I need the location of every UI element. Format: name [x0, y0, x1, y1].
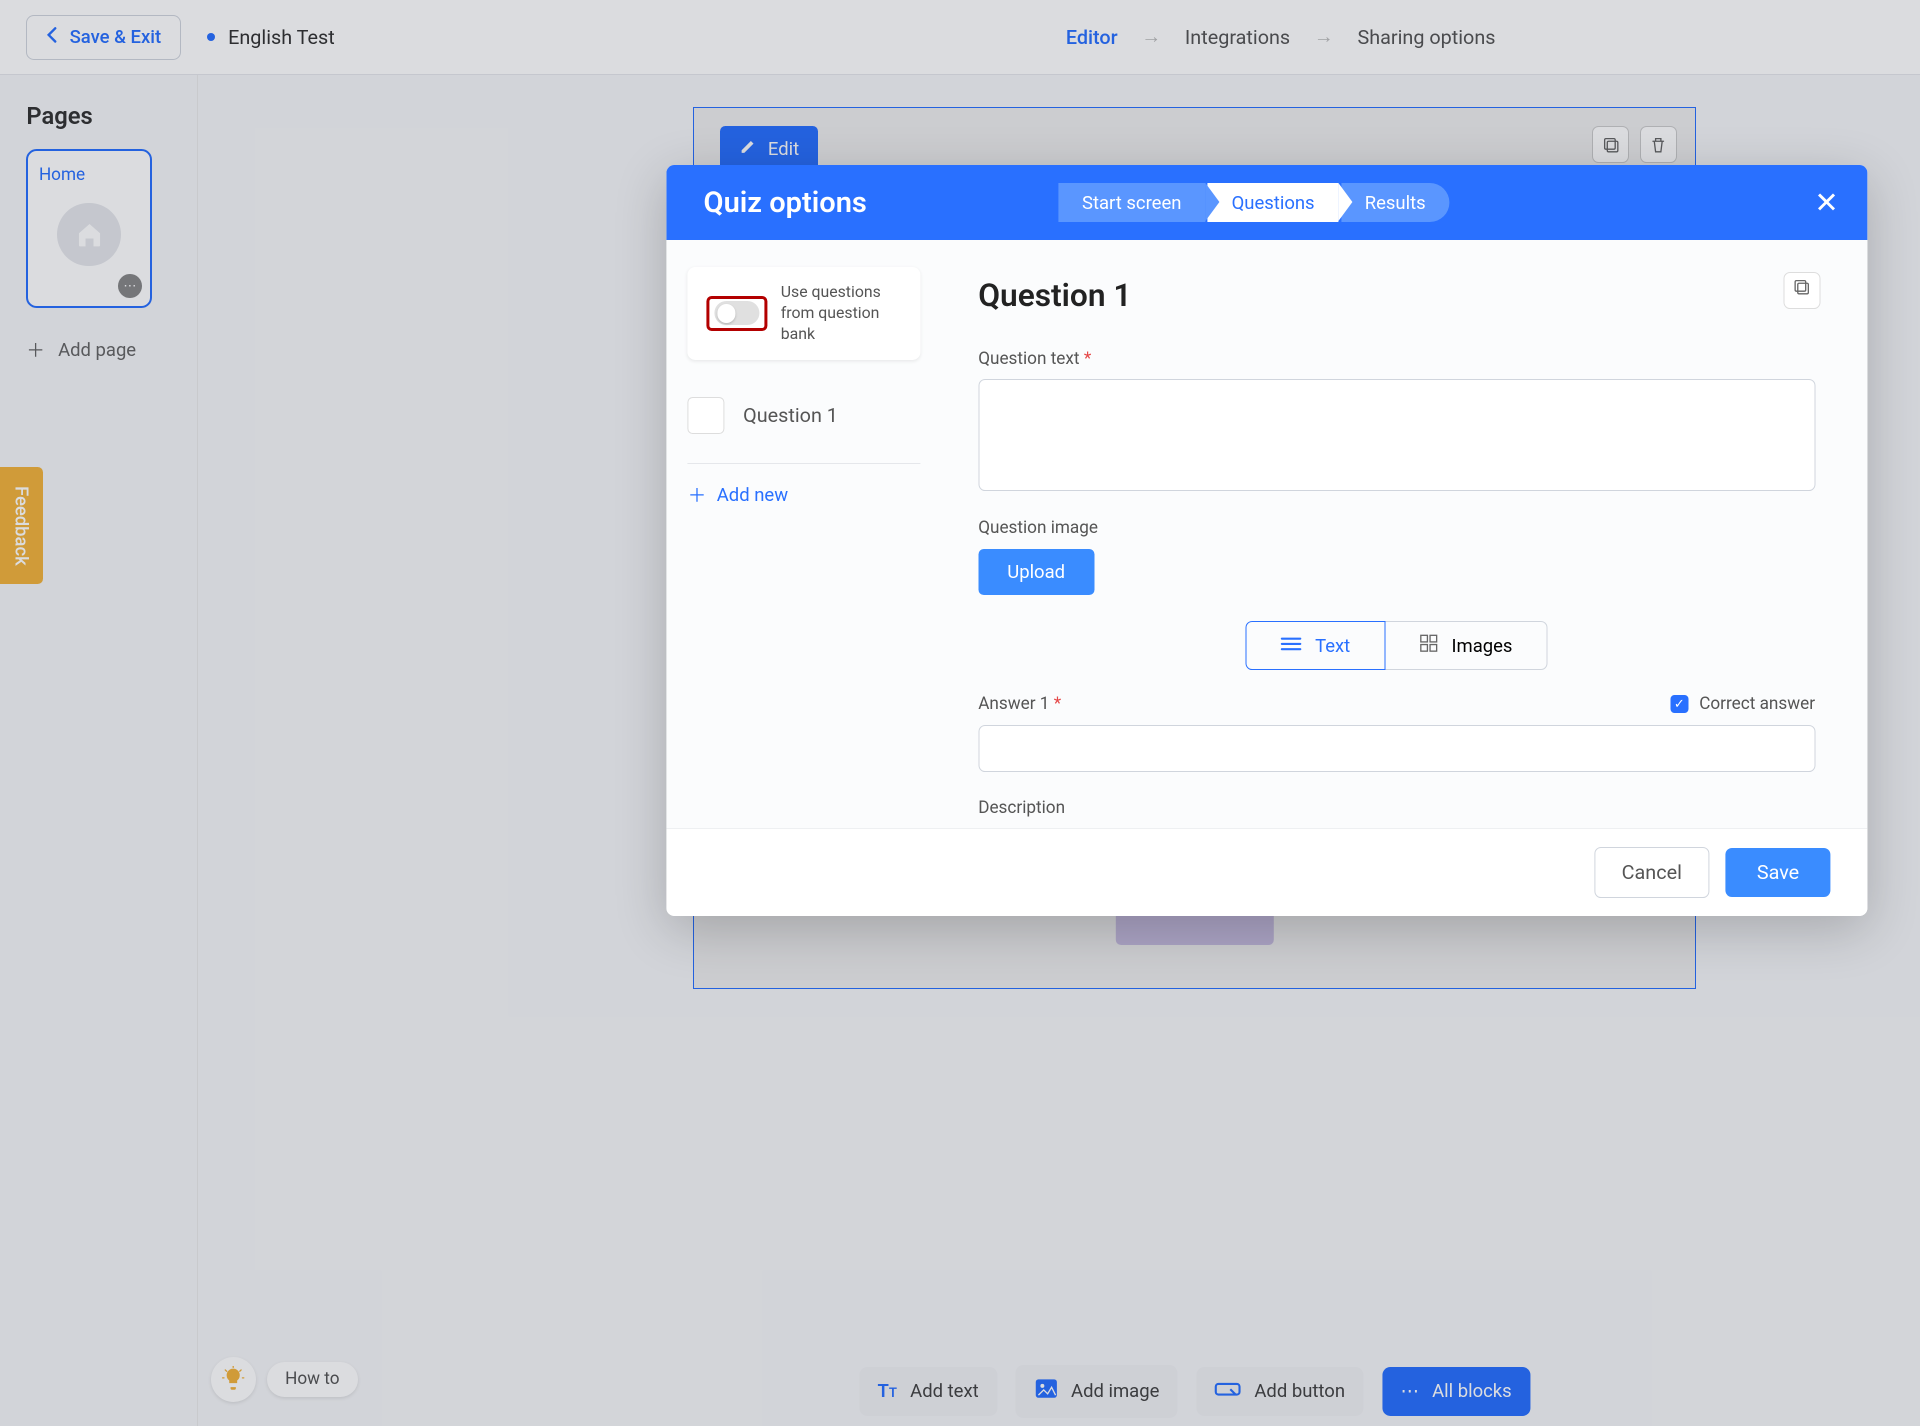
question-bank-toggle[interactable] — [714, 301, 759, 325]
cancel-button[interactable]: Cancel — [1594, 847, 1709, 898]
tab-questions[interactable]: Questions — [1208, 183, 1339, 223]
plus-icon: ＋ — [688, 482, 706, 508]
question-list-item[interactable]: Question 1 — [688, 386, 920, 444]
answer1-input[interactable] — [978, 725, 1815, 773]
modal-body: Use questions from question bank Questio… — [667, 240, 1868, 827]
checkbox-icon: ✓ — [1670, 695, 1688, 713]
tab-results[interactable]: Results — [1341, 183, 1449, 223]
question-image-label: Question image — [978, 518, 1815, 538]
modal-close-button[interactable]: ✕ — [1814, 185, 1838, 220]
close-icon: ✕ — [1814, 186, 1838, 220]
modal-header: Quiz options Start screen Questions Resu… — [667, 165, 1868, 240]
correct-answer-checkbox[interactable]: ✓ Correct answer — [1670, 694, 1815, 714]
segment-text[interactable]: Text — [1245, 621, 1385, 670]
segment-text-label: Text — [1315, 635, 1350, 657]
add-new-label: Add new — [717, 484, 788, 506]
question-text-label: Question text * — [978, 349, 1815, 369]
segment-images[interactable]: Images — [1385, 621, 1547, 670]
upload-button[interactable]: Upload — [978, 549, 1094, 595]
description-label: Description — [978, 798, 1815, 818]
drag-handle-icon[interactable] — [688, 397, 725, 434]
correct-answer-label: Correct answer — [1699, 694, 1815, 714]
modal-main-panel: Question 1 Question text * Question imag… — [941, 240, 1868, 827]
modal-footer: Cancel Save — [667, 828, 1868, 916]
question-bank-toggle-card: Use questions from question bank — [688, 267, 920, 360]
list-icon — [1281, 635, 1302, 657]
add-new-question-button[interactable]: ＋ Add new — [688, 482, 920, 508]
toggle-highlight — [706, 296, 767, 331]
answer-type-segment: Text Images — [978, 621, 1815, 670]
modal-tabs: Start screen Questions Results — [1058, 183, 1452, 223]
question-text-input[interactable] — [978, 379, 1815, 491]
modal-left-panel: Use questions from question bank Questio… — [667, 240, 942, 827]
tab-start-screen[interactable]: Start screen — [1058, 183, 1205, 223]
save-button[interactable]: Save — [1725, 848, 1831, 897]
segment-images-label: Images — [1451, 635, 1512, 657]
modal-title: Quiz options — [704, 186, 867, 220]
quiz-options-modal: Quiz options Start screen Questions Resu… — [667, 165, 1868, 916]
duplicate-question-button[interactable] — [1783, 272, 1820, 309]
grid-icon — [1420, 634, 1438, 657]
answer1-label: Answer 1 * — [978, 694, 1061, 714]
question-heading: Question 1 — [978, 277, 1815, 314]
question-list-label: Question 1 — [743, 404, 838, 427]
copy-icon — [1793, 278, 1811, 303]
toggle-label: Use questions from question bank — [781, 282, 902, 344]
